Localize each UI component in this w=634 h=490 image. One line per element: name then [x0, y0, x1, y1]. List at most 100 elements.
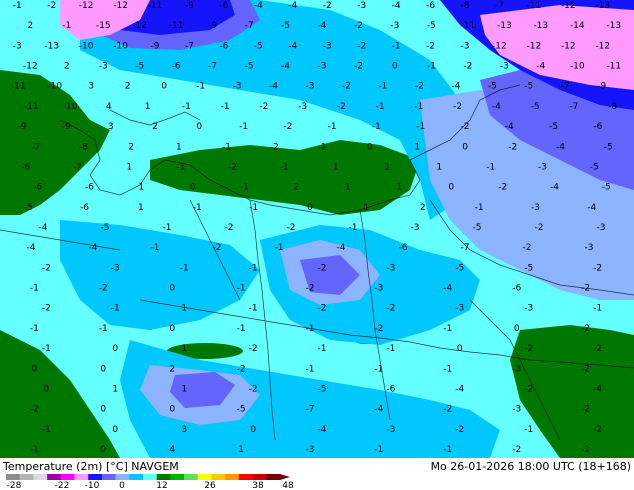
value-label: 4 [169, 445, 175, 455]
value-label: -4 [556, 142, 565, 152]
value-label: -5 [524, 263, 533, 273]
value-label: -1 [111, 304, 120, 314]
colorbar-swatch [101, 474, 116, 480]
value-label: -6 [399, 243, 408, 253]
value-label: -2 [443, 405, 452, 415]
value-label: -9 [62, 122, 71, 132]
value-label: 1 [138, 203, 144, 213]
value-label: 1 [397, 183, 403, 193]
value-label: -3 [597, 223, 606, 233]
value-label: -2 [337, 102, 346, 112]
value-label: -2 [535, 223, 544, 233]
value-label: -13 [44, 41, 59, 51]
value-label: -5 [549, 122, 558, 132]
value-label: -12 [561, 1, 576, 11]
value-label: -9 [151, 41, 160, 51]
temperature-map: -1 -2 -12 -12 -11 -9 -6 -4 -4 -2 -3 -4 -6 -8 -7 -11 -12-… [0, 0, 634, 490]
value-label: 1 [333, 163, 339, 173]
value-label: -1 [176, 163, 185, 173]
value-label: -3 [538, 163, 547, 173]
value-label: -12 [79, 1, 94, 11]
colorbar-tick-label: 12 [156, 481, 167, 490]
value-label: -6 [593, 122, 602, 132]
value-label: 0 [32, 364, 38, 374]
value-label: 0 [100, 405, 106, 415]
value-label: -11 [148, 1, 163, 11]
value-label: -4 [536, 62, 545, 72]
value-label: -5 [427, 21, 436, 31]
value-label: -2 [357, 41, 366, 51]
value-label: -1 [193, 203, 202, 213]
value-label: 1 [181, 385, 187, 395]
value-label: -7 [495, 1, 504, 11]
value-label: 0 [169, 405, 175, 415]
value-label: -7 [185, 41, 194, 51]
value-label: -10 [63, 102, 78, 112]
value-label: 1 [138, 183, 144, 193]
value-label: -3 [99, 62, 108, 72]
value-label: -3 [524, 304, 533, 314]
value-label: 0 [100, 364, 106, 374]
colorbar-swatch [266, 474, 281, 480]
value-label: -11 [606, 62, 621, 72]
value-label: 1 [415, 142, 421, 152]
value-label: -3 [455, 304, 464, 314]
value-label: -3 [318, 62, 327, 72]
value-label: -9 [185, 1, 194, 11]
value-label: -1 [275, 243, 284, 253]
value-label: -4 [254, 1, 263, 11]
value-label: -2 [42, 304, 51, 314]
value-label: -7 [245, 21, 254, 31]
value-label: -10 [113, 41, 128, 51]
value-label: 0 [44, 385, 50, 395]
colorbar-tick-label: 0 [119, 481, 125, 490]
value-label: -13 [533, 21, 548, 31]
valid-time: Mo 26-01-2026 18:00 UTC (18+168) [431, 460, 631, 473]
colorbar-swatch [6, 474, 20, 480]
value-label: -2 [524, 385, 533, 395]
value-label: -1 [249, 203, 258, 213]
value-label: -3 [357, 1, 366, 11]
value-label: -1 [221, 102, 230, 112]
value-label: -3 [512, 364, 521, 374]
value-label: -10 [570, 62, 585, 72]
value-label: -4 [392, 1, 401, 11]
colorbar-swatch [88, 474, 103, 480]
value-label: -3 [374, 284, 383, 294]
map-title: Temperature (2m) [°C] NAVGEM [2, 460, 179, 473]
colorbar-tick-label: -28 [7, 481, 22, 490]
value-label: -5 [237, 405, 246, 415]
value-label: -2 [249, 344, 258, 354]
colorbar-swatch [19, 474, 34, 480]
value-label: -2 [249, 385, 258, 395]
value-label: -2 [581, 324, 590, 334]
value-label: 0 [112, 425, 118, 435]
value-label: 0 [169, 284, 175, 294]
value-label: 2 [128, 142, 134, 152]
value-label: -1 [99, 324, 108, 334]
value-label: -1 [42, 344, 51, 354]
value-label: -2 [283, 122, 292, 132]
value-label: -1 [374, 364, 383, 374]
colorbar-swatch [225, 474, 240, 480]
value-label: 2 [293, 183, 299, 193]
colorbar-swatch [74, 474, 89, 480]
value-label: -5 [101, 223, 110, 233]
value-label: -2 [374, 324, 383, 334]
value-label: -3 [306, 82, 315, 92]
value-label: -2 [323, 1, 332, 11]
value-label: -2 [455, 425, 464, 435]
value-label: -1 [62, 21, 71, 31]
value-label: -6 [85, 183, 94, 193]
value-label: 2 [152, 122, 158, 132]
value-label: -2 [508, 142, 517, 152]
value-label: -1 [328, 122, 337, 132]
value-label: -3 [461, 41, 470, 51]
value-label: -1 [427, 62, 436, 72]
value-label: -11 [527, 1, 542, 11]
value-label: -1 [593, 304, 602, 314]
value-label: -1 [372, 122, 381, 132]
value-label: 3 [181, 425, 187, 435]
value-label: -3 [500, 62, 509, 72]
value-label: -2 [426, 41, 435, 51]
